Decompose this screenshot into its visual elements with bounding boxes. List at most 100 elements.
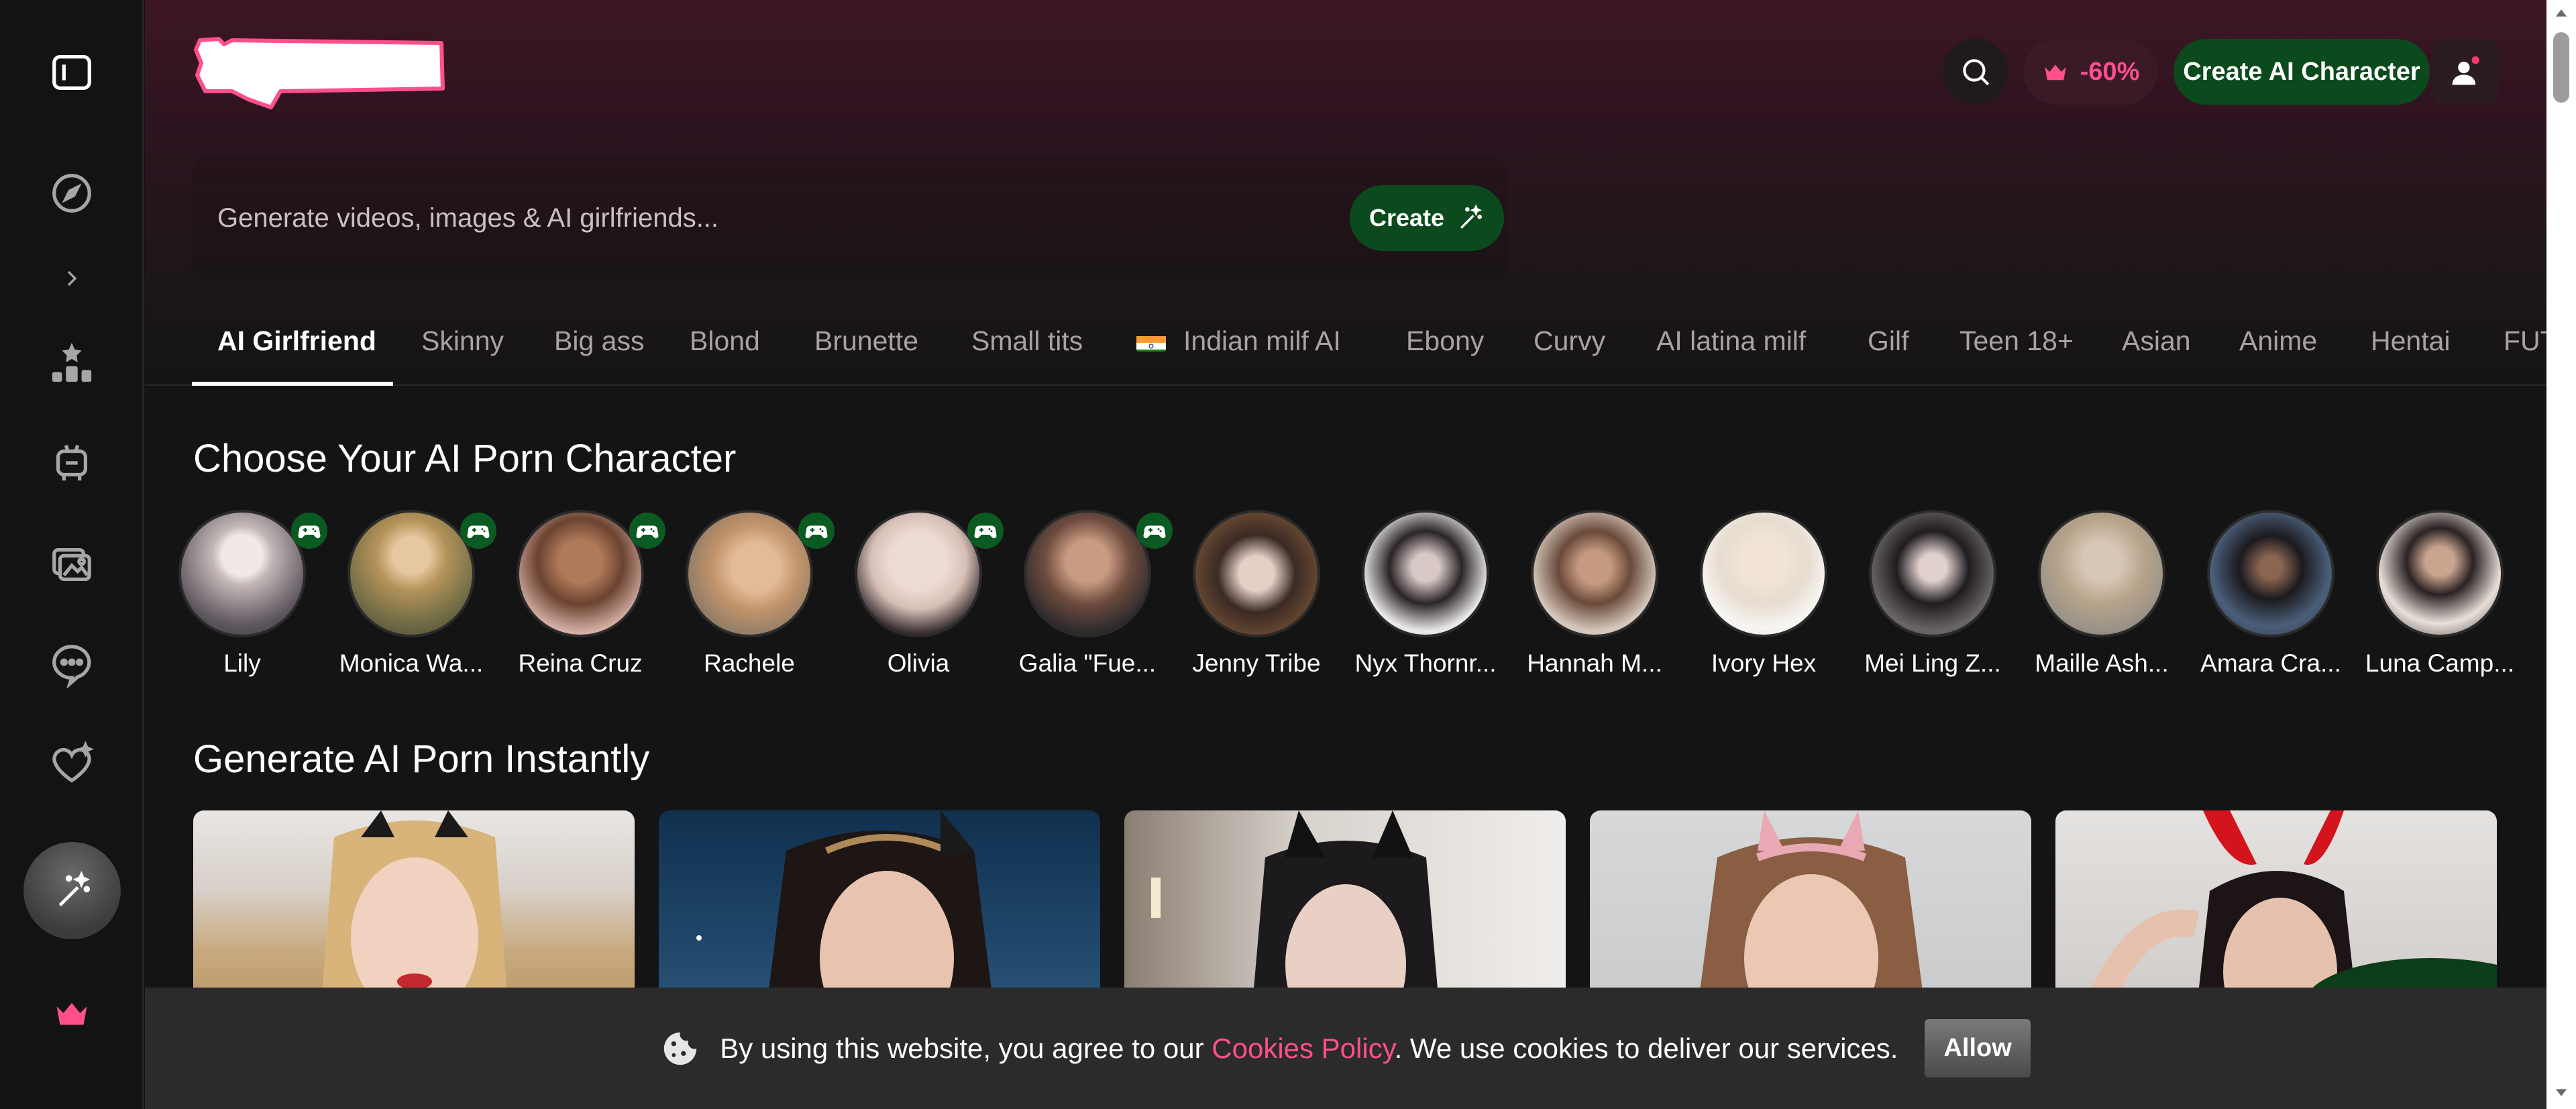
- generate-section-title: Generate AI Porn Instantly: [193, 737, 650, 781]
- gamepad-icon: [1136, 513, 1173, 549]
- character-name: Monica Wa...: [339, 649, 484, 677]
- user-icon: [2452, 56, 2479, 85]
- search-icon: [1963, 59, 1990, 86]
- tab-ai-girlfriend[interactable]: AI Girlfriend: [217, 325, 376, 357]
- avatar: [686, 510, 813, 637]
- character-card[interactable]: Amara Cra...: [2187, 510, 2355, 678]
- avatar: [1193, 510, 1320, 637]
- tab-ai-latina-milf[interactable]: AI latina milf: [1656, 325, 1806, 357]
- sidebar: [0, 0, 144, 1109]
- robot-icon[interactable]: [38, 429, 105, 496]
- character-name: Ivory Hex: [1711, 649, 1817, 677]
- tab-big-ass[interactable]: Big ass: [554, 325, 644, 357]
- generated-image-card[interactable]: [659, 810, 1100, 1012]
- character-card[interactable]: Jenny Tribe: [1173, 510, 1340, 678]
- avatar: [1362, 510, 1489, 637]
- generated-image-card[interactable]: [193, 810, 635, 1012]
- create-button[interactable]: Create: [1350, 185, 1504, 251]
- character-card[interactable]: Ivory Hex: [1680, 510, 1847, 678]
- ranking-icon[interactable]: [38, 329, 105, 396]
- sidebar-toggle-icon[interactable]: [38, 39, 105, 106]
- avatar: [1700, 510, 1827, 637]
- site-logo[interactable]: [192, 35, 450, 110]
- character-name: Lily: [223, 649, 261, 677]
- chevron-right-icon[interactable]: [38, 245, 105, 312]
- search-button[interactable]: [1943, 39, 2008, 105]
- prompt-input[interactable]: Generate videos, images & AI girlfriends…: [217, 203, 718, 233]
- gamepad-icon: [967, 513, 1004, 549]
- tab-hentai[interactable]: Hentai: [2371, 325, 2451, 357]
- tab-blond[interactable]: Blond: [690, 325, 760, 357]
- discount-label: -60%: [2080, 57, 2140, 86]
- cookies-policy-link[interactable]: Cookies Policy: [1212, 1033, 1394, 1064]
- tab-indian-milf-ai[interactable]: Indian milf AI: [1136, 325, 1341, 357]
- category-tabs: AI Girlfriend Skinny Big ass Blond Brune…: [145, 305, 2546, 386]
- avatar: [2207, 510, 2334, 637]
- chat-icon[interactable]: [38, 631, 105, 698]
- active-tab-indicator: [192, 382, 393, 386]
- character-card[interactable]: Luna Camp...: [2356, 510, 2524, 678]
- cookie-icon: [664, 1032, 697, 1065]
- avatar: [1531, 510, 1658, 637]
- tab-small-tits[interactable]: Small tits: [971, 325, 1083, 357]
- preview-image: [321, 810, 508, 1012]
- gallery-icon[interactable]: [38, 530, 105, 597]
- tab-asian[interactable]: Asian: [2122, 325, 2191, 357]
- avatar: [1869, 510, 1996, 637]
- avatar: [855, 510, 982, 637]
- gamepad-icon: [798, 513, 835, 549]
- create-ai-character-button[interactable]: Create AI Character: [2174, 39, 2430, 105]
- scroll-up-arrow-icon[interactable]: [2552, 4, 2571, 23]
- prompt-bar: Generate videos, images & AI girlfriends…: [192, 154, 1507, 282]
- crown-icon[interactable]: [38, 980, 105, 1047]
- india-flag-icon: [1136, 331, 1166, 352]
- character-name: Maille Ash...: [2035, 649, 2169, 677]
- allow-cookies-button[interactable]: Allow: [1925, 1019, 2031, 1077]
- avatar: [178, 510, 306, 637]
- page-scrollbar[interactable]: [2546, 0, 2576, 1109]
- character-card[interactable]: Nyx Thornr...: [1342, 510, 1509, 678]
- tab-label: Indian milf AI: [1183, 325, 1341, 356]
- avatar: [517, 510, 644, 637]
- create-label: Create: [1368, 204, 1445, 231]
- tab-anime[interactable]: Anime: [2239, 325, 2317, 357]
- tab-gilf[interactable]: Gilf: [1868, 325, 1909, 357]
- preview-image: [696, 810, 994, 1012]
- compass-icon[interactable]: [38, 160, 105, 227]
- user-menu-button[interactable]: [2432, 39, 2498, 105]
- cookie-banner: By using this website, you agree to our …: [145, 988, 2546, 1109]
- scroll-down-arrow-icon[interactable]: [2552, 1083, 2571, 1102]
- preview-image: [1151, 810, 1440, 1012]
- cookie-message: By using this website, you agree to our …: [720, 1033, 1898, 1065]
- magic-wand-icon: [1460, 204, 1483, 229]
- character-name: Jenny Tribe: [1192, 649, 1321, 677]
- character-card[interactable]: Mei Ling Z...: [1849, 510, 2017, 678]
- tab-brunette[interactable]: Brunette: [814, 325, 918, 357]
- generated-image-card[interactable]: [1124, 810, 1566, 1012]
- tab-teen-18[interactable]: Teen 18+: [1960, 325, 2074, 357]
- characters-section-title: Choose Your AI Porn Character: [193, 437, 737, 480]
- character-name: Reina Cruz: [518, 649, 643, 677]
- character-name: Luna Camp...: [2365, 649, 2515, 677]
- generated-image-card[interactable]: [2055, 810, 2497, 1012]
- tab-fut[interactable]: FUT: [2504, 325, 2546, 357]
- scroll-thumb[interactable]: [2553, 32, 2569, 103]
- character-card[interactable]: Maille Ash...: [2018, 510, 2186, 678]
- character-name: Amara Cra...: [2200, 649, 2341, 677]
- character-name: Mei Ling Z...: [1864, 649, 2001, 677]
- heart-sparkle-icon[interactable]: [38, 731, 105, 798]
- discount-button[interactable]: -60%: [2023, 39, 2157, 105]
- magic-wand-icon[interactable]: [23, 842, 121, 939]
- avatar: [347, 510, 475, 637]
- tab-curvy[interactable]: Curvy: [1534, 325, 1605, 357]
- gamepad-icon: [629, 513, 665, 549]
- cookie-text-before: By using this website, you agree to our: [720, 1032, 1204, 1064]
- tab-skinny[interactable]: Skinny: [421, 325, 504, 357]
- generated-image-card[interactable]: [1590, 810, 2031, 1012]
- character-name: Galia "Fue...: [1018, 649, 1157, 677]
- cookie-text-after: . We use cookies to deliver our services…: [1394, 1032, 1898, 1064]
- preview-image: [2083, 810, 2497, 1012]
- gamepad-icon: [291, 513, 327, 549]
- character-card[interactable]: Hannah M...: [1511, 510, 1678, 678]
- tab-ebony[interactable]: Ebony: [1406, 325, 1484, 357]
